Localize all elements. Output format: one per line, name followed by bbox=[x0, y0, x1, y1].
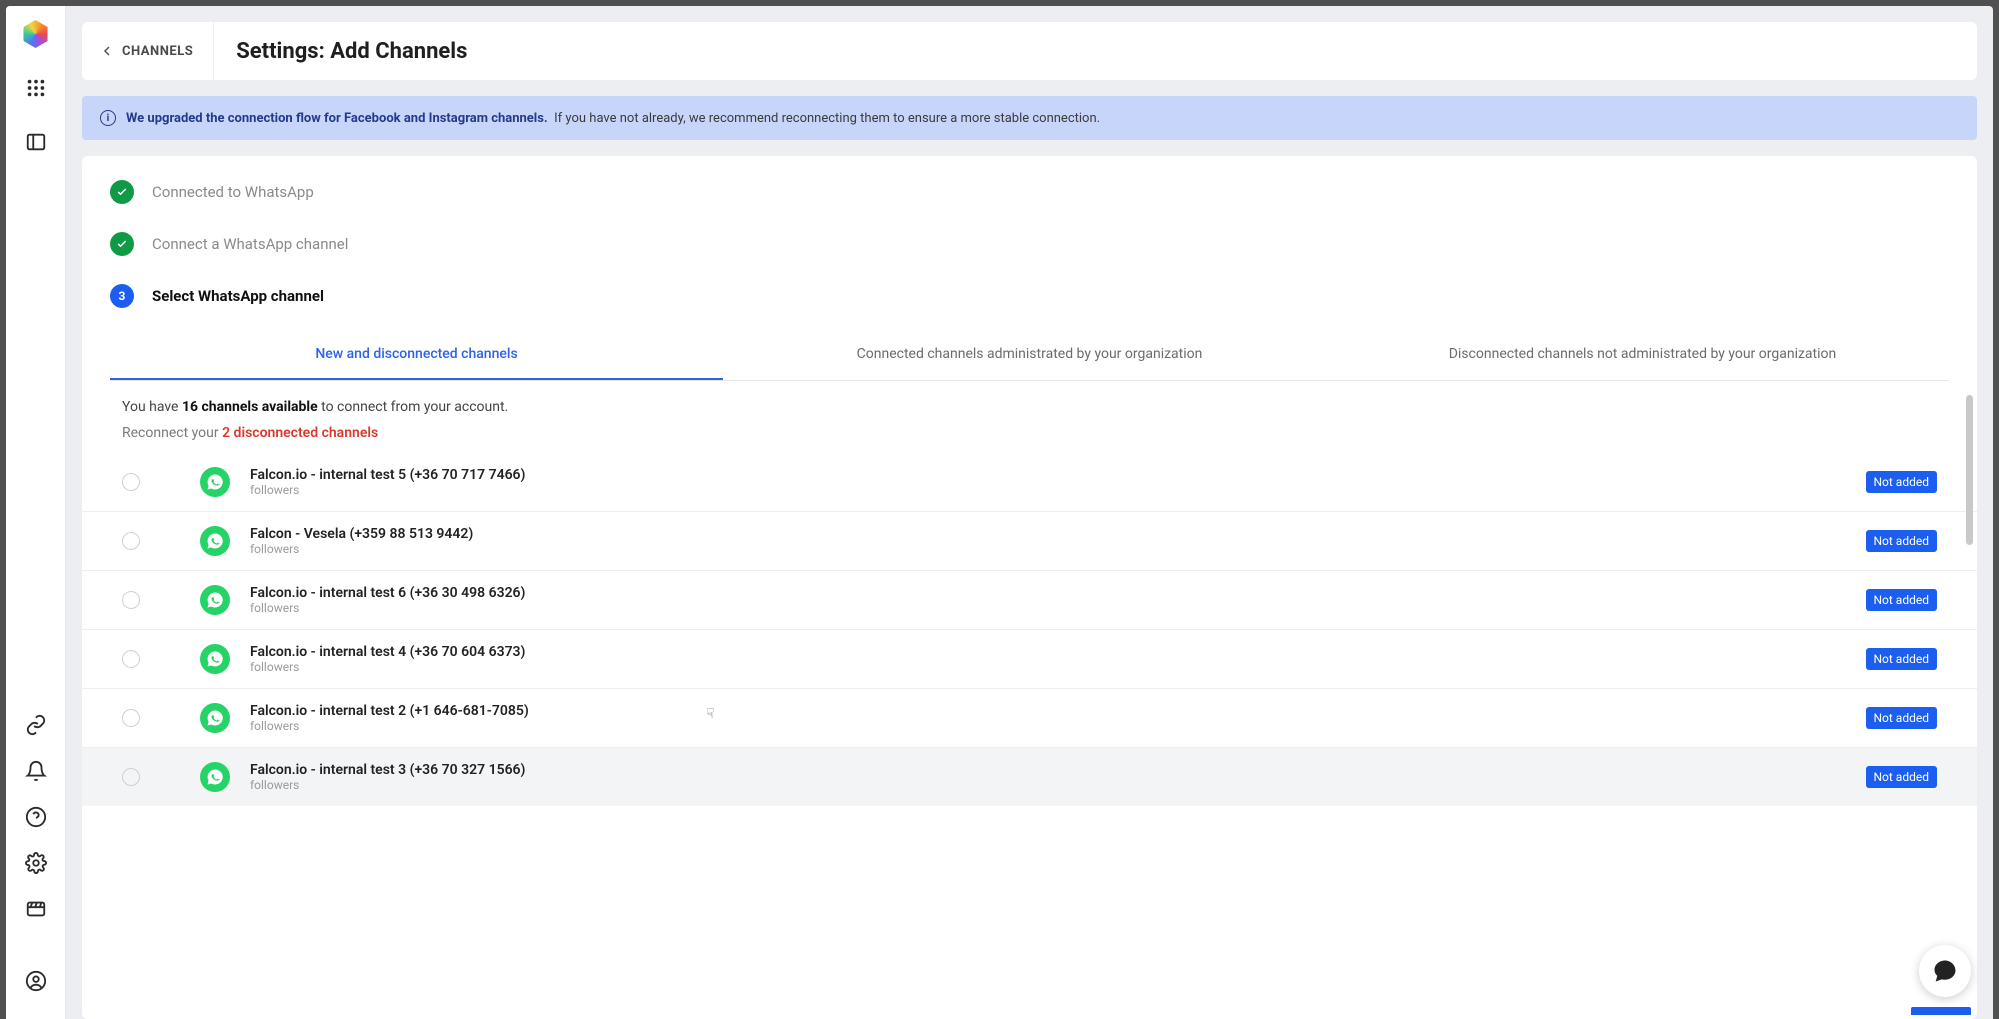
tab-disconnected-not-org[interactable]: Disconnected channels not administrated … bbox=[1336, 330, 1949, 380]
tab-new-disconnected[interactable]: New and disconnected channels bbox=[110, 330, 723, 380]
gear-icon[interactable] bbox=[22, 849, 50, 877]
status-badge: Not added bbox=[1866, 648, 1938, 670]
info-icon: i bbox=[100, 110, 116, 126]
chevron-left-icon bbox=[102, 46, 112, 56]
channel-name: Falcon.io - internal test 6 (+36 30 498 … bbox=[250, 585, 1846, 601]
channel-row[interactable]: Falcon.io - internal test 3 (+36 70 327 … bbox=[82, 748, 1977, 806]
channel-sub: followers bbox=[250, 601, 1846, 615]
channel-row[interactable]: Falcon - Vesela (+359 88 513 9442) follo… bbox=[82, 512, 1977, 571]
channel-checkbox[interactable] bbox=[122, 768, 140, 786]
step-3: 3 Select WhatsApp channel bbox=[110, 284, 1949, 308]
chat-fab[interactable] bbox=[1919, 945, 1971, 997]
check-icon bbox=[110, 180, 134, 204]
status-badge: Not added bbox=[1866, 589, 1938, 611]
apps-icon[interactable] bbox=[22, 74, 50, 102]
channel-checkbox[interactable] bbox=[122, 650, 140, 668]
status-badge: Not added bbox=[1866, 471, 1938, 493]
account-icon[interactable] bbox=[22, 967, 50, 995]
info-banner: i We upgraded the connection flow for Fa… bbox=[82, 96, 1977, 140]
step-1-label: Connected to WhatsApp bbox=[152, 183, 314, 201]
channel-list: Falcon.io - internal test 5 (+36 70 717 … bbox=[82, 453, 1977, 806]
channel-checkbox[interactable] bbox=[122, 532, 140, 550]
banner-lead: We upgraded the connection flow for Face… bbox=[126, 111, 548, 126]
step-3-label: Select WhatsApp channel bbox=[152, 287, 324, 305]
channel-sub: followers bbox=[250, 719, 1846, 733]
step-2-label: Connect a WhatsApp channel bbox=[152, 235, 348, 253]
bottom-action-nub bbox=[1911, 1007, 1971, 1015]
channel-sub: followers bbox=[250, 660, 1846, 674]
tab-connected-org[interactable]: Connected channels administrated by your… bbox=[723, 330, 1336, 380]
channel-name: Falcon.io - internal test 5 (+36 70 717 … bbox=[250, 467, 1846, 483]
status-badge: Not added bbox=[1866, 530, 1938, 552]
page-title: Settings: Add Channels bbox=[214, 39, 467, 64]
whatsapp-icon bbox=[200, 703, 230, 733]
chat-icon bbox=[1931, 957, 1959, 985]
banner-rest: If you have not already, we recommend re… bbox=[554, 111, 1100, 126]
back-label: CHANNELS bbox=[122, 44, 193, 59]
whatsapp-icon bbox=[200, 585, 230, 615]
app-logo[interactable] bbox=[22, 20, 50, 48]
scrollbar-thumb[interactable] bbox=[1966, 395, 1973, 545]
help-icon[interactable] bbox=[22, 803, 50, 831]
channel-name: Falcon.io - internal test 4 (+36 70 604 … bbox=[250, 644, 1846, 660]
tab-bar: New and disconnected channels Connected … bbox=[110, 330, 1949, 381]
status-badge: Not added bbox=[1866, 766, 1938, 788]
bell-icon[interactable] bbox=[22, 757, 50, 785]
main-panel: Connected to WhatsApp Connect a WhatsApp… bbox=[82, 156, 1977, 1019]
channel-name: Falcon.io - internal test 3 (+36 70 327 … bbox=[250, 762, 1846, 778]
step-1: Connected to WhatsApp bbox=[110, 180, 1949, 204]
channel-row[interactable]: Falcon.io - internal test 6 (+36 30 498 … bbox=[82, 571, 1977, 630]
channel-sub: followers bbox=[250, 778, 1846, 792]
whatsapp-icon bbox=[200, 762, 230, 792]
step-number-badge: 3 bbox=[110, 284, 134, 308]
channel-name: Falcon - Vesela (+359 88 513 9442) bbox=[250, 526, 1846, 542]
channel-checkbox[interactable] bbox=[122, 473, 140, 491]
whatsapp-icon bbox=[200, 644, 230, 674]
status-badge: Not added bbox=[1866, 707, 1938, 729]
step-2: Connect a WhatsApp channel bbox=[110, 232, 1949, 256]
left-rail bbox=[6, 6, 66, 1019]
channel-checkbox[interactable] bbox=[122, 591, 140, 609]
step-list: Connected to WhatsApp Connect a WhatsApp… bbox=[82, 156, 1977, 320]
channel-checkbox[interactable] bbox=[122, 709, 140, 727]
link-icon[interactable] bbox=[22, 711, 50, 739]
channels-summary: You have 16 channels available to connec… bbox=[82, 381, 1977, 421]
back-button[interactable]: CHANNELS bbox=[82, 22, 214, 80]
channel-row[interactable]: Falcon.io - internal test 2 (+1 646-681-… bbox=[82, 689, 1977, 748]
channel-sub: followers bbox=[250, 542, 1846, 556]
movie-icon[interactable] bbox=[22, 895, 50, 923]
check-icon bbox=[110, 232, 134, 256]
channel-row[interactable]: Falcon.io - internal test 4 (+36 70 604 … bbox=[82, 630, 1977, 689]
panel-icon[interactable] bbox=[22, 128, 50, 156]
channel-sub: followers bbox=[250, 483, 1846, 497]
whatsapp-icon bbox=[200, 526, 230, 556]
channel-name: Falcon.io - internal test 2 (+1 646-681-… bbox=[250, 703, 1846, 719]
top-bar: CHANNELS Settings: Add Channels bbox=[82, 22, 1977, 80]
reconnect-warning: Reconnect your 2 disconnected channels bbox=[82, 421, 1977, 453]
channel-row[interactable]: Falcon.io - internal test 5 (+36 70 717 … bbox=[82, 453, 1977, 512]
whatsapp-icon bbox=[200, 467, 230, 497]
